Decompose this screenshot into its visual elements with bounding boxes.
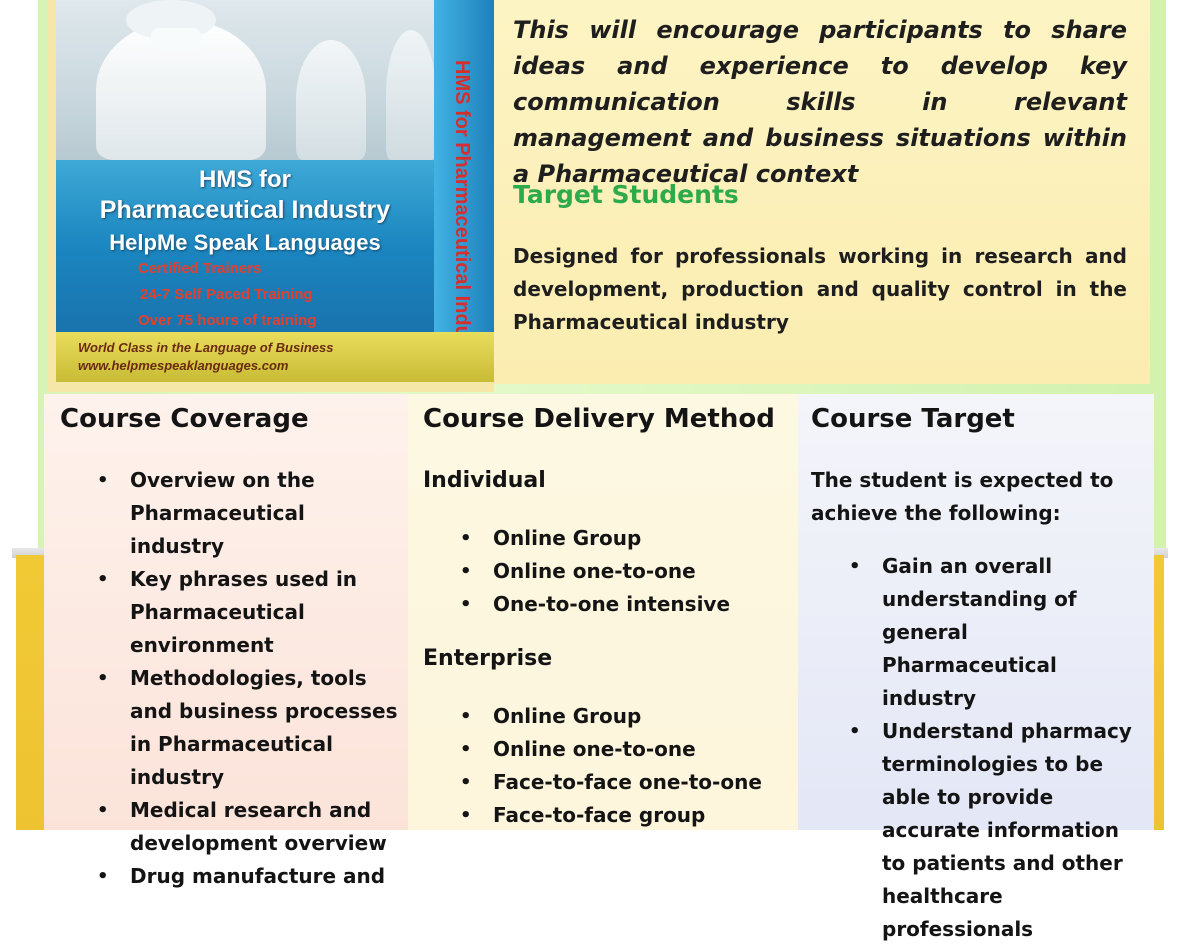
list-item: Medical research and development overvie…	[97, 794, 400, 860]
course-coverage-list: Overview on the Pharmaceutical industry …	[97, 464, 400, 893]
individual-heading: Individual	[423, 468, 546, 493]
list-item: One-to-one intensive	[460, 588, 793, 621]
enterprise-list: Online Group Online one-to-one Face-to-f…	[460, 700, 793, 832]
box-website: www.helpmespeaklanguages.com	[78, 358, 289, 373]
list-item: Understand pharmacy terminologies to be …	[849, 715, 1144, 946]
face-mask	[151, 28, 201, 50]
product-box-image: HMS for Pharmaceutical Industry HMS for …	[48, 0, 494, 392]
box-feature: 24-7 Self Paced Training	[140, 286, 313, 303]
course-target-list: Gain an overall understanding of general…	[849, 550, 1144, 946]
background-figure	[386, 30, 436, 160]
list-item: Key phrases used in Pharmaceutical envir…	[97, 563, 400, 662]
list-item: Drug manufacture and	[97, 860, 400, 893]
intro-text: This will encourage participants to shar…	[513, 16, 1127, 188]
list-item: Online Group	[460, 522, 793, 555]
list-item: Online Group	[460, 700, 793, 733]
target-students-heading: Target Students	[513, 180, 739, 209]
course-target-column: Course Target The student is expected to…	[798, 394, 1154, 941]
box-title-line2: Pharmaceutical Industry	[99, 196, 391, 224]
list-item: Overview on the Pharmaceutical industry	[97, 464, 400, 563]
box-title-line1: HMS for	[199, 166, 291, 193]
background-figure	[296, 40, 366, 160]
course-delivery-heading: Course Delivery Method	[423, 404, 775, 434]
course-target-heading: Course Target	[811, 404, 1015, 434]
course-coverage-column: Course Coverage Overview on the Pharmace…	[44, 394, 408, 893]
list-item: Face-to-face group	[460, 799, 793, 832]
list-item: Online one-to-one	[460, 733, 793, 766]
course-delivery-column: Course Delivery Method Individual Online…	[408, 394, 798, 832]
list-item: Online one-to-one	[460, 555, 793, 588]
box-tagline: World Class in the Language of Business	[78, 340, 334, 355]
list-item: Face-to-face one-to-one	[460, 766, 793, 799]
box-feature: Over 75 hours of training	[138, 312, 317, 329]
target-students-description: Designed for professionals working in re…	[513, 244, 1127, 334]
list-item: Gain an overall understanding of general…	[849, 550, 1144, 715]
lab-photo	[56, 0, 436, 160]
box-feature: Certified Trainers	[138, 260, 262, 277]
list-item: Methodologies, tools and business proces…	[97, 662, 400, 794]
box-side-title: HMS for Pharmaceutical Industry	[451, 60, 473, 375]
box-title-line3: HelpMe Speak Languages	[109, 230, 381, 255]
individual-list: Online Group Online one-to-one One-to-on…	[460, 522, 793, 621]
course-coverage-heading: Course Coverage	[60, 404, 309, 434]
enterprise-heading: Enterprise	[423, 646, 553, 671]
course-target-intro: The student is expected to achieve the f…	[811, 468, 1114, 525]
